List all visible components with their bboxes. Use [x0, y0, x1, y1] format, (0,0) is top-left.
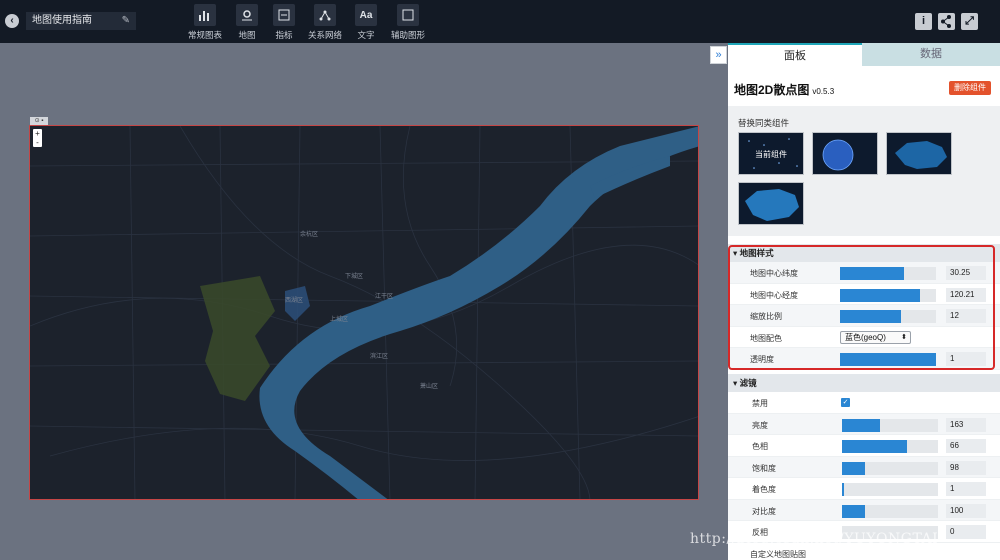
setting-row: 着色度 1: [728, 478, 1000, 500]
setting-label: 饱和度: [752, 463, 776, 473]
indicator-icon: [273, 4, 295, 26]
slider-fill: [842, 504, 866, 518]
fullscreen-icon[interactable]: ⤢: [961, 13, 978, 30]
setting-row: 对比度 100: [728, 499, 1000, 521]
setting-label: 着色度: [752, 485, 776, 494]
setting-row: 饱和度 98: [728, 456, 1000, 478]
disable-checkbox[interactable]: ✓: [841, 398, 850, 407]
toolbar-label: 指标: [275, 30, 293, 40]
panel-tabs: 面板 数据: [728, 43, 1000, 66]
setting-row: 禁用 ✓: [728, 392, 1000, 414]
brightness-slider[interactable]: [842, 418, 938, 432]
setting-label: 对比度: [752, 506, 776, 516]
top-toolbar: ‹ 地图使用指南 ✎ 常规图表 地图 指标 关系网络 Aa 文字 辅助图形 i …: [0, 0, 1000, 43]
invert-input[interactable]: 0: [946, 525, 986, 539]
map-tiles: 下城区 江干区 上城区 西湖区 滨江区 萧山区 余杭区: [30, 126, 698, 499]
shape-icon: [397, 4, 419, 26]
filter-title: 滤镜: [739, 378, 757, 388]
replace-label: 替换同类组件: [738, 118, 790, 128]
contrast-input[interactable]: 100: [946, 503, 986, 518]
setting-label: 禁用: [752, 399, 768, 408]
toolbar-item-charts[interactable]: 常规图表: [188, 4, 222, 41]
component-thumb-current[interactable]: 当前组件: [738, 132, 804, 175]
svg-text:萧山区: 萧山区: [420, 382, 438, 390]
toolbar-item-map[interactable]: 地图: [236, 4, 258, 41]
toolbar-item-indicator[interactable]: 指标: [273, 4, 295, 41]
tab-data[interactable]: 数据: [862, 43, 1000, 66]
tint-input[interactable]: 1: [946, 482, 986, 496]
toolbar-label: 常规图表: [188, 30, 223, 40]
svg-text:余杭区: 余杭区: [300, 230, 318, 238]
component-tag[interactable]: ⊙ ▪: [30, 117, 48, 125]
slider-fill: [842, 483, 844, 496]
svg-text:西湖区: 西湖区: [285, 296, 303, 304]
setting-row: 色相 66: [728, 435, 1000, 457]
svg-text:江干区: 江干区: [375, 293, 393, 300]
annotation-highlight-box: [728, 245, 995, 370]
info-icon[interactable]: i: [915, 13, 932, 30]
toolbar-item-shape[interactable]: 辅助图形: [390, 4, 426, 41]
component-thumb-globe[interactable]: [812, 132, 878, 175]
replace-component-section: 替换同类组件 当前组件: [728, 106, 1000, 236]
toolbar-label: 关系网络: [307, 30, 342, 40]
map-canvas[interactable]: 下城区 江干区 上城区 西湖区 滨江区 萧山区 余杭区: [29, 125, 699, 500]
delete-component-button[interactable]: 删除组件: [949, 81, 991, 95]
setting-row: 亮度 163: [728, 413, 1000, 435]
component-thumb-china-map-2[interactable]: [738, 182, 804, 225]
setting-label: 亮度: [752, 420, 768, 430]
component-thumb-china-map[interactable]: [886, 132, 952, 175]
current-component-label: 当前组件: [755, 150, 787, 159]
tab-panel[interactable]: 面板: [728, 43, 862, 66]
setting-label: 色相: [752, 442, 768, 451]
map-pin-icon: [236, 4, 258, 26]
network-icon: [314, 4, 336, 26]
svg-text:下城区: 下城区: [345, 273, 363, 280]
zoom-out-button[interactable]: -: [33, 138, 42, 147]
tint-slider[interactable]: [842, 483, 938, 496]
component-version: v0.5.3: [812, 87, 835, 96]
toolbar-item-network[interactable]: 关系网络: [307, 4, 343, 41]
filter-header[interactable]: ▾ 滤镜: [728, 374, 1000, 392]
project-title[interactable]: 地图使用指南 ✎: [26, 12, 136, 30]
custom-texture-label: 自定义地图贴图: [750, 550, 806, 559]
svg-text:滨江区: 滨江区: [370, 352, 388, 360]
slider-fill: [842, 440, 908, 453]
share-icon[interactable]: [938, 13, 955, 30]
filter-section: ▾ 滤镜 禁用 ✓ 亮度 163 色相 66 饱和度 98 着色度 1 对比度: [728, 374, 1000, 543]
toolbar-label: 地图: [238, 30, 256, 40]
toolbar-label: 辅助图形: [390, 30, 425, 40]
toolbar-item-text[interactable]: Aa 文字: [355, 4, 377, 41]
brightness-input[interactable]: 163: [946, 417, 986, 432]
svg-text:上城区: 上城区: [330, 315, 348, 323]
component-title: 地图2D散点图 v0.5.3: [734, 81, 834, 98]
zoom-in-button[interactable]: +: [33, 129, 42, 138]
watermark-text: http://blog.csdn.net/YUYONGTAI: [690, 531, 939, 547]
saturation-input[interactable]: 98: [946, 460, 986, 475]
back-icon[interactable]: ‹: [5, 14, 19, 28]
project-title-text: 地图使用指南: [32, 15, 92, 26]
text-icon: Aa: [355, 4, 377, 26]
double-chevron-right-icon[interactable]: »: [710, 46, 727, 64]
zoom-control: + -: [33, 129, 42, 147]
contrast-slider[interactable]: [842, 504, 938, 518]
slider-fill: [842, 418, 881, 432]
chart-icon: [194, 4, 216, 26]
hue-slider[interactable]: [842, 440, 938, 453]
edit-icon[interactable]: ✎: [122, 12, 130, 30]
toolbar-label: 文字: [357, 30, 375, 40]
slider-fill: [842, 461, 866, 475]
hue-input[interactable]: 66: [946, 439, 986, 453]
component-name: 地图2D散点图: [734, 83, 810, 97]
saturation-slider[interactable]: [842, 461, 938, 475]
